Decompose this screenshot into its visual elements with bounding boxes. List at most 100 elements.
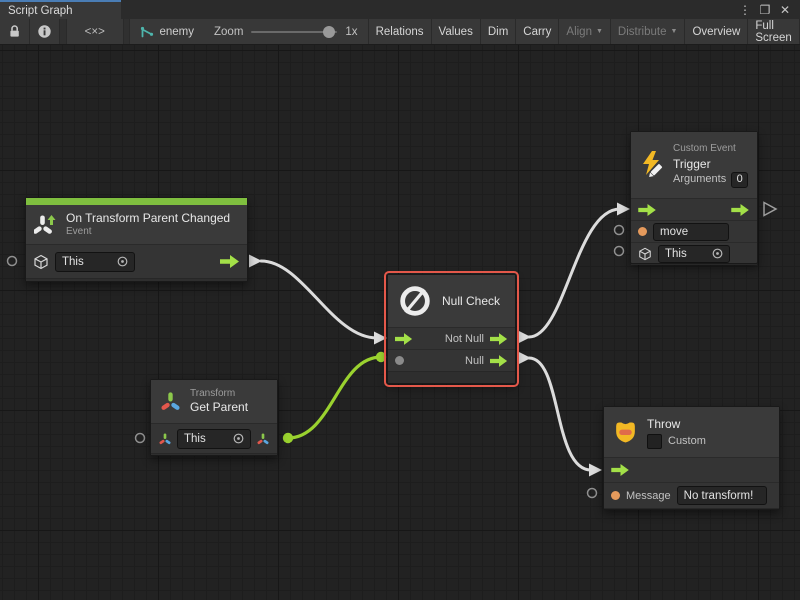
node-get-parent[interactable]: Transform Get Parent This	[150, 379, 278, 456]
unconnected-value-port	[136, 434, 145, 443]
arguments-field[interactable]: 0	[731, 172, 748, 188]
node-port-row: Message No transform!	[604, 482, 779, 508]
graph-icon	[140, 25, 154, 39]
target-icon	[233, 433, 244, 444]
target-dropdown[interactable]: This	[658, 245, 730, 263]
target-icon	[117, 256, 128, 267]
lock-button[interactable]	[0, 19, 30, 44]
close-icon[interactable]: ✕	[778, 3, 792, 17]
arguments-label: Arguments	[673, 172, 726, 187]
node-title: On Transform Parent Changed	[66, 211, 230, 226]
null-label: Null	[465, 355, 484, 367]
message-label: Message	[626, 490, 671, 502]
flow-input-port[interactable]	[395, 333, 413, 345]
custom-checkbox-label: Custom	[668, 433, 706, 450]
flow-port-triangle	[374, 332, 387, 345]
graph-name-group: enemy	[130, 19, 204, 44]
flow-port-triangle	[249, 255, 262, 268]
graph-name: enemy	[159, 26, 194, 38]
flow-port-triangle	[617, 203, 630, 216]
info-button[interactable]	[30, 19, 60, 44]
distribute-button[interactable]: Distribute ▼	[611, 19, 686, 44]
value-input-port[interactable]	[611, 491, 620, 500]
node-category: Custom Event	[673, 142, 748, 156]
flow-output-port[interactable]	[731, 204, 750, 216]
node-port-row: Null	[388, 349, 515, 371]
event-name-field[interactable]: move	[653, 223, 729, 241]
transform-output-port-icon[interactable]	[256, 432, 270, 446]
flow-output-port[interactable]	[490, 333, 508, 345]
wire-getparent-to-nullcheck	[288, 357, 381, 438]
node-port-row	[604, 457, 779, 482]
node-header: Custom Event Trigger Arguments 0	[631, 132, 757, 198]
script-graph-window: Script Graph ⋮ ❐ ✕ <×> enemy	[0, 0, 800, 600]
node-footer	[631, 264, 757, 265]
node-category: Transform	[190, 388, 248, 401]
maximize-icon[interactable]: ❐	[758, 3, 772, 17]
target-dropdown[interactable]: This	[177, 429, 251, 449]
info-icon	[37, 24, 52, 39]
flow-output-port[interactable]	[490, 355, 508, 367]
chevron-down-icon: ▼	[596, 28, 603, 35]
zoom-slider[interactable]	[251, 31, 337, 33]
value-wire-endpoint	[376, 352, 386, 362]
value-input-port[interactable]	[638, 227, 647, 236]
overview-button[interactable]: Overview	[685, 19, 748, 44]
lock-icon	[7, 24, 22, 39]
transform-event-icon	[34, 213, 58, 237]
node-port-row: This	[631, 242, 757, 264]
target-icon	[712, 248, 723, 259]
zoom-slider-handle[interactable]	[323, 26, 335, 38]
custom-event-icon	[639, 150, 665, 180]
toolbar-divider	[124, 19, 131, 44]
unconnected-flow-port	[764, 203, 776, 216]
node-port-row: This	[151, 423, 277, 453]
custom-checkbox[interactable]	[647, 434, 662, 449]
unconnected-value-port	[615, 226, 624, 235]
transform-port-icon[interactable]	[158, 432, 172, 446]
dim-button[interactable]: Dim	[481, 19, 516, 44]
code-view-button[interactable]: <×>	[67, 19, 124, 44]
wire-null-to-throw	[529, 358, 591, 470]
flow-input-port[interactable]	[611, 464, 630, 476]
zoom-label: Zoom	[214, 26, 243, 38]
values-button[interactable]: Values	[432, 19, 481, 44]
gameobject-cube-icon	[33, 254, 49, 270]
node-port-row: move	[631, 220, 757, 242]
align-button[interactable]: Align ▼	[559, 19, 611, 44]
target-dropdown[interactable]: This	[55, 252, 135, 272]
graph-canvas[interactable]: On Transform Parent Changed Event This	[0, 45, 800, 600]
gameobject-cube-icon	[638, 247, 652, 261]
value-wire-endpoint	[283, 433, 293, 443]
node-title: Get Parent	[190, 400, 248, 415]
node-throw[interactable]: Throw Custom Message No transform!	[603, 406, 780, 510]
tab-script-graph[interactable]: Script Graph	[0, 0, 121, 19]
node-title: Trigger	[673, 156, 748, 172]
flow-input-port[interactable]	[638, 204, 657, 216]
wire-notnull-to-trigger	[529, 209, 620, 337]
value-input-port[interactable]	[395, 356, 404, 365]
code-icon: <×>	[85, 26, 105, 38]
event-accent-bar	[26, 198, 247, 205]
null-check-icon	[396, 282, 434, 320]
relations-button[interactable]: Relations	[369, 19, 432, 44]
node-on-transform-parent-changed[interactable]: On Transform Parent Changed Event This	[25, 197, 248, 282]
node-trigger-custom-event[interactable]: Custom Event Trigger Arguments 0	[630, 131, 758, 264]
node-footer	[388, 371, 515, 383]
throw-icon	[612, 419, 639, 446]
carry-button[interactable]: Carry	[516, 19, 559, 44]
node-title: Throw	[647, 415, 706, 433]
node-port-row: This	[26, 244, 247, 278]
flow-port-triangle	[518, 331, 531, 344]
message-field[interactable]: No transform!	[677, 486, 767, 505]
node-port-row: Not Null	[388, 327, 515, 349]
zoom-value: 1x	[345, 26, 357, 38]
node-header: Transform Get Parent	[151, 380, 277, 423]
chevron-down-icon: ▼	[671, 28, 678, 35]
flow-output-port[interactable]	[220, 255, 240, 268]
node-footer	[604, 508, 779, 509]
fullscreen-button[interactable]: Full Screen	[748, 19, 800, 44]
node-null-check[interactable]: Null Check Not Null Null	[387, 274, 516, 384]
menu-icon[interactable]: ⋮	[738, 3, 752, 17]
node-header: Null Check	[388, 275, 515, 327]
